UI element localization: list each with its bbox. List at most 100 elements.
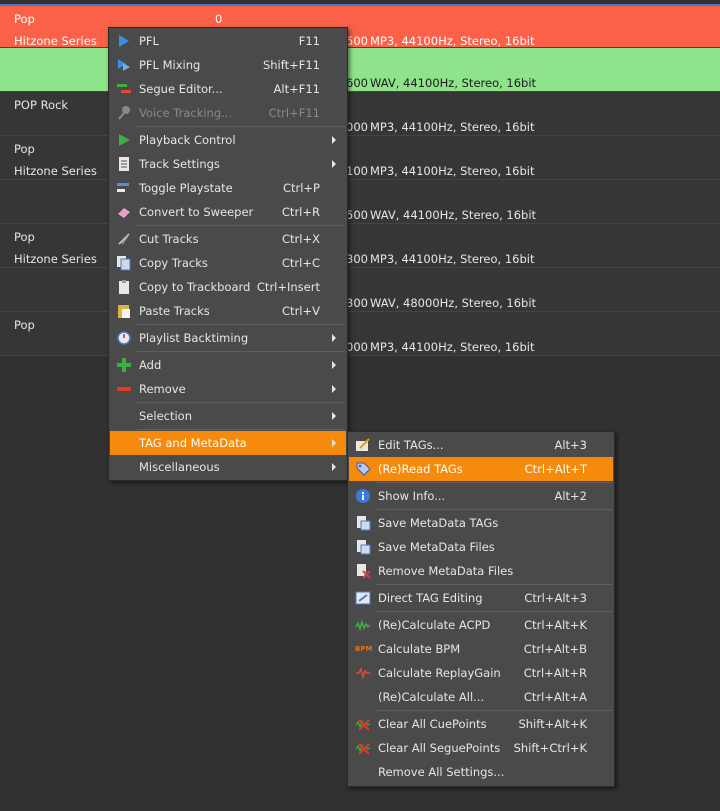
track-genre: Pop	[14, 318, 35, 332]
submenu-item-calculate-bpm[interactable]: BPM Calculate BPM Ctrl+Alt+B	[349, 637, 613, 661]
direct-edit-icon	[355, 590, 371, 606]
track-genre: POP Rock	[14, 98, 69, 112]
replaygain-icon	[355, 665, 371, 681]
submenu-arrow-icon	[332, 136, 336, 144]
menu-item-selection[interactable]: Selection	[110, 404, 346, 428]
track-album: Hitzone Series	[14, 252, 97, 266]
track-format: MP3, 44100Hz, Stereo, 16bit	[370, 340, 535, 354]
submenu-arrow-icon	[332, 361, 336, 369]
menu-separator	[137, 429, 345, 430]
track-duration-tail: 600	[346, 76, 368, 90]
tag-icon	[355, 461, 371, 477]
track-album: Hitzone Series	[14, 34, 97, 48]
submenu-item-reread-tags[interactable]: (Re)Read TAGs Ctrl+Alt+T	[349, 457, 613, 481]
submenu-item-save-metadata-tags[interactable]: Save MetaData TAGs	[349, 511, 613, 535]
submenu-item-recalculate-all[interactable]: (Re)Calculate All... Ctrl+Alt+A	[349, 685, 613, 709]
menu-item-segue-editor[interactable]: Segue Editor... Alt+F11	[110, 77, 346, 101]
menu-item-add[interactable]: Add	[110, 353, 346, 377]
track-format: MP3, 44100Hz, Stereo, 16bit	[370, 34, 535, 48]
track-format: MP3, 44100Hz, Stereo, 16bit	[370, 164, 535, 178]
submenu-arrow-icon	[332, 385, 336, 393]
track-duration-tail: 300	[346, 252, 368, 266]
submenu-item-save-metadata-files[interactable]: Save MetaData Files	[349, 535, 613, 559]
clear-cuepoints-icon	[355, 716, 371, 732]
track-number: 0	[215, 12, 223, 26]
track-duration-tail: 500	[346, 34, 368, 48]
menu-separator	[137, 225, 345, 226]
menu-separator	[376, 584, 612, 585]
submenu-item-clear-all-cuepoints[interactable]: Clear All CuePoints Shift+Alt+K	[349, 712, 613, 736]
submenu-item-show-info[interactable]: Show Info... Alt+2	[349, 484, 613, 508]
track-genre: Pop	[14, 230, 35, 244]
menu-item-tag-and-metadata[interactable]: TAG and MetaData	[110, 431, 346, 455]
menu-separator	[376, 482, 612, 483]
track-album: Hitzone Series	[14, 164, 97, 178]
menu-separator	[376, 611, 612, 612]
submenu-item-recalculate-acpd[interactable]: (Re)Calculate ACPD Ctrl+Alt+K	[349, 613, 613, 637]
menu-item-cut-tracks[interactable]: Cut Tracks Ctrl+X	[110, 227, 346, 251]
menu-separator	[137, 402, 345, 403]
menu-separator	[137, 126, 345, 127]
track-duration-tail: 100	[346, 164, 368, 178]
menu-separator	[376, 509, 612, 510]
toggle-playstate-icon	[116, 180, 132, 196]
track-settings-icon	[116, 156, 132, 172]
menu-item-voice-tracking: Voice Tracking... Ctrl+F11	[110, 101, 346, 125]
menu-item-pfl-mixing[interactable]: PFL Mixing Shift+F11	[110, 53, 346, 77]
submenu-arrow-icon	[332, 334, 336, 342]
play-green-icon	[116, 132, 132, 148]
segue-editor-icon	[116, 81, 132, 97]
bpm-icon: BPM	[355, 645, 373, 653]
menu-item-pfl[interactable]: PFL F11	[110, 29, 346, 53]
track-format: MP3, 44100Hz, Stereo, 16bit	[370, 120, 535, 134]
menu-item-remove[interactable]: Remove	[110, 377, 346, 401]
submenu-item-direct-tag-editing[interactable]: Direct TAG Editing Ctrl+Alt+3	[349, 586, 613, 610]
context-menu: PFL F11 PFL Mixing Shift+F11 Segue Edito…	[108, 27, 348, 481]
menu-separator	[137, 351, 345, 352]
menu-item-convert-to-sweeper[interactable]: Convert to Sweeper Ctrl+R	[110, 200, 346, 224]
edit-tags-icon	[355, 437, 371, 453]
menu-item-playback-control[interactable]: Playback Control	[110, 128, 346, 152]
copy-icon	[116, 255, 132, 271]
track-format: WAV, 44100Hz, Stereo, 16bit	[370, 76, 537, 90]
save-tags-icon	[355, 515, 371, 531]
scissors-icon	[116, 231, 132, 247]
plus-icon	[116, 357, 132, 373]
submenu-item-clear-all-seguepoints[interactable]: Clear All SeguePoints Shift+Ctrl+K	[349, 736, 613, 760]
track-format: WAV, 44100Hz, Stereo, 16bit	[370, 208, 537, 222]
info-icon	[355, 488, 371, 504]
pfl-mixing-icon	[116, 57, 132, 73]
save-files-icon	[355, 539, 371, 555]
submenu-item-calculate-replaygain[interactable]: Calculate ReplayGain Ctrl+Alt+R	[349, 661, 613, 685]
track-format: WAV, 48000Hz, Stereo, 16bit	[370, 296, 537, 310]
acpd-icon	[355, 617, 371, 633]
microphone-icon	[116, 105, 132, 121]
paste-icon	[116, 303, 132, 319]
menu-item-copy-tracks[interactable]: Copy Tracks Ctrl+C	[110, 251, 346, 275]
menu-item-miscellaneous[interactable]: Miscellaneous	[110, 455, 346, 479]
eraser-icon	[116, 204, 132, 220]
trackboard-icon	[116, 279, 132, 295]
track-duration-tail: 500	[346, 208, 368, 222]
submenu-item-remove-all-settings[interactable]: Remove All Settings...	[349, 760, 613, 784]
menu-item-track-settings[interactable]: Track Settings	[110, 152, 346, 176]
submenu-item-edit-tags[interactable]: Edit TAGs... Alt+3	[349, 433, 613, 457]
menu-separator	[137, 324, 345, 325]
minus-icon	[116, 381, 132, 397]
menu-item-toggle-playstate[interactable]: Toggle Playstate Ctrl+P	[110, 176, 346, 200]
menu-item-copy-to-trackboard[interactable]: Copy to Trackboard Ctrl+Insert	[110, 275, 346, 299]
submenu-item-remove-metadata-files[interactable]: Remove MetaData Files	[349, 559, 613, 583]
submenu-arrow-icon	[332, 439, 336, 447]
menu-item-paste-tracks[interactable]: Paste Tracks Ctrl+V	[110, 299, 346, 323]
submenu-arrow-icon	[332, 160, 336, 168]
track-genre: Pop	[14, 142, 35, 156]
track-format: MP3, 44100Hz, Stereo, 16bit	[370, 252, 535, 266]
track-genre: Pop	[14, 12, 35, 26]
submenu-arrow-icon	[332, 463, 336, 471]
submenu-arrow-icon	[332, 412, 336, 420]
clear-seguepoints-icon	[355, 740, 371, 756]
menu-separator	[376, 710, 612, 711]
play-blue-icon	[116, 33, 132, 49]
backtiming-icon	[116, 330, 132, 346]
menu-item-playlist-backtiming[interactable]: Playlist Backtiming	[110, 326, 346, 350]
